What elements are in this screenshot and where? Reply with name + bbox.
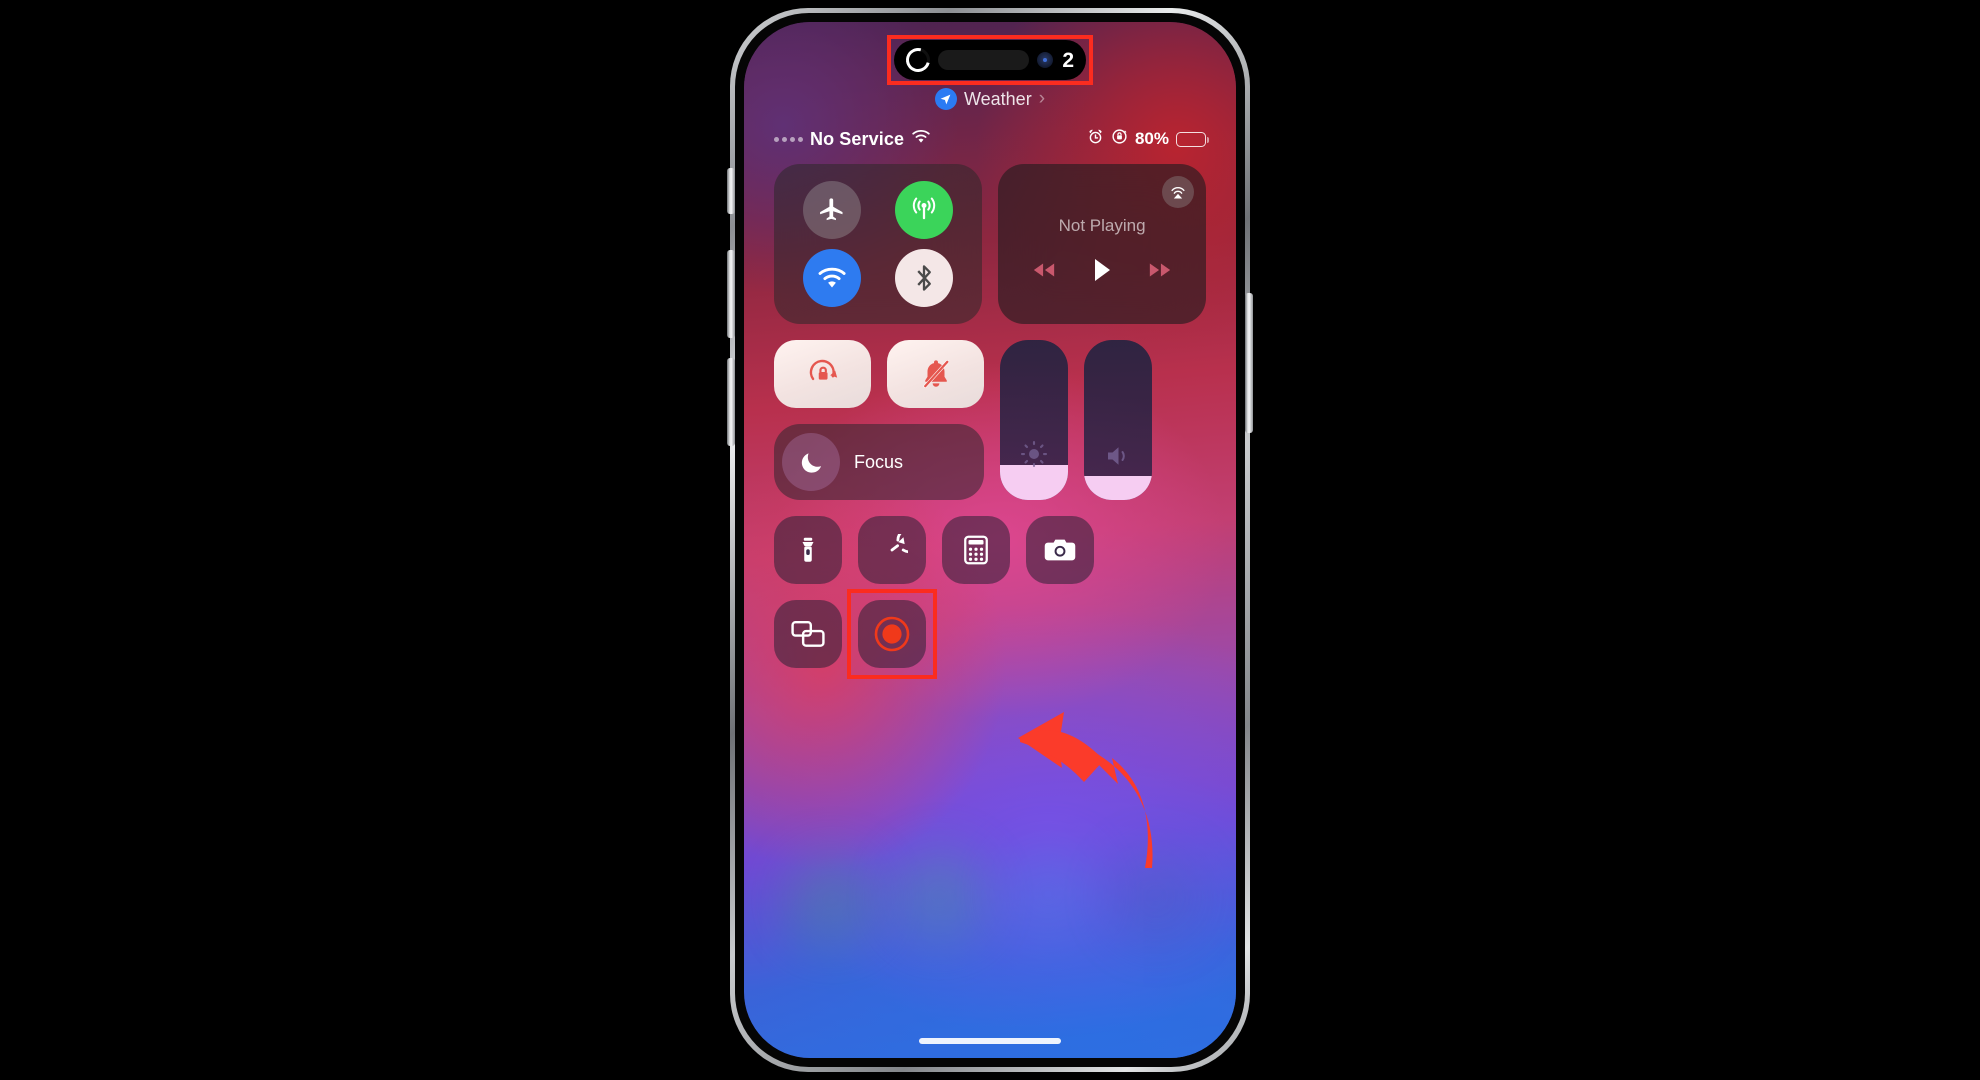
play-icon[interactable] [1092,258,1112,287]
status-bar-right: 80% [1087,128,1209,150]
phone-device-frame: 2 Weather › No Service 80% Not Playing F… [727,8,1253,1072]
volume-down-button[interactable] [727,358,735,446]
focus-label: Focus [854,451,904,472]
cc-toggle-pair [774,340,984,408]
camera-button[interactable] [1026,516,1094,584]
battery-icon [1176,131,1209,147]
cc-row-mirroring-recording [774,589,1206,679]
weather-label: Weather [963,88,1032,109]
island-pill [938,50,1030,70]
timer-icon [890,534,908,554]
dock-icon-glow [1002,848,1094,940]
bluetooth-toggle[interactable] [895,249,954,307]
screenshot-canvas: 2 Weather › No Service 80% Not Playing F… [0,0,1980,1080]
brightness-sun-icon [1019,439,1049,474]
rotation-lock-icon [809,359,837,381]
moon-icon [782,433,840,491]
camera-icon [1044,539,1076,561]
brightness-slider[interactable] [1000,340,1068,500]
dock-icon-glow [894,850,986,942]
media-title: Not Playing [1058,215,1146,235]
dock-icon-glow [1110,850,1202,942]
dock-icon-glow [786,854,878,946]
status-bar: No Service 80% [744,126,1236,152]
timer-ring-icon [901,43,935,77]
screen-recording-wrapper [847,589,937,679]
rotation-lock-icon [1111,128,1128,150]
calculator-icon [964,535,988,565]
cc-row-connectivity-media: Not Playing [774,164,1206,324]
connectivity-module [774,164,983,324]
screen-recording-button[interactable] [858,600,926,668]
focus-button[interactable]: Focus [774,424,984,500]
fast-forward-icon[interactable] [1148,261,1172,284]
wifi-toggle[interactable] [803,249,862,307]
home-indicator[interactable] [919,1038,1061,1044]
chevron-right-icon: › [1038,88,1046,109]
alarm-clock-icon [1087,128,1104,150]
cc-row-utilities [774,516,1206,584]
cc-row-toggles-sliders: Focus [774,340,1206,500]
cc-sliders [1000,340,1152,500]
screen-mirroring-button[interactable] [774,600,842,668]
wifi-icon [818,267,846,288]
volume-slider-fill [1084,476,1152,500]
screen-mirroring-icon [791,621,825,647]
airplane-icon [820,198,843,221]
calculator-button[interactable] [942,516,1010,584]
media-controls [1032,258,1172,287]
camera-dot-icon [1037,52,1054,68]
island-count-label: 2 [1062,48,1074,72]
cc-left-column: Focus [774,340,984,500]
flashlight-icon [802,537,814,562]
phone-screen: 2 Weather › No Service 80% Not Playing F… [744,22,1236,1058]
speaker-icon [1103,443,1133,474]
wifi-icon [911,129,931,149]
status-bar-left: No Service [774,129,931,150]
control-center: Not Playing Focus [774,164,1206,684]
timer-button[interactable] [858,516,926,584]
flashlight-button[interactable] [774,516,842,584]
bluetooth-icon [917,265,932,291]
phone-bezel: 2 Weather › No Service 80% Not Playing F… [727,13,1253,1067]
volume-slider[interactable] [1084,340,1152,500]
airplay-icon[interactable] [1162,176,1194,208]
weather-banner[interactable]: Weather › [744,88,1236,110]
rewind-icon[interactable] [1032,261,1056,284]
volume-up-button[interactable] [727,250,735,338]
power-button[interactable] [1245,293,1253,433]
bell-slash-icon [923,360,949,388]
battery-percent-label: 80% [1134,129,1169,148]
airplane-mode-toggle[interactable] [803,181,862,239]
cellular-antenna-icon [912,197,936,220]
cellular-data-toggle[interactable] [895,181,954,239]
silent-mode-toggle[interactable] [887,340,984,408]
record-circle-icon [874,616,910,652]
rotation-lock-toggle[interactable] [774,340,871,408]
signal-dots-icon [774,136,803,142]
dynamic-island[interactable]: 2 [894,40,1086,80]
carrier-label: No Service [810,128,905,149]
action-button[interactable] [727,168,735,214]
location-arrow-icon [934,88,957,110]
media-player-module: Not Playing [998,164,1206,324]
